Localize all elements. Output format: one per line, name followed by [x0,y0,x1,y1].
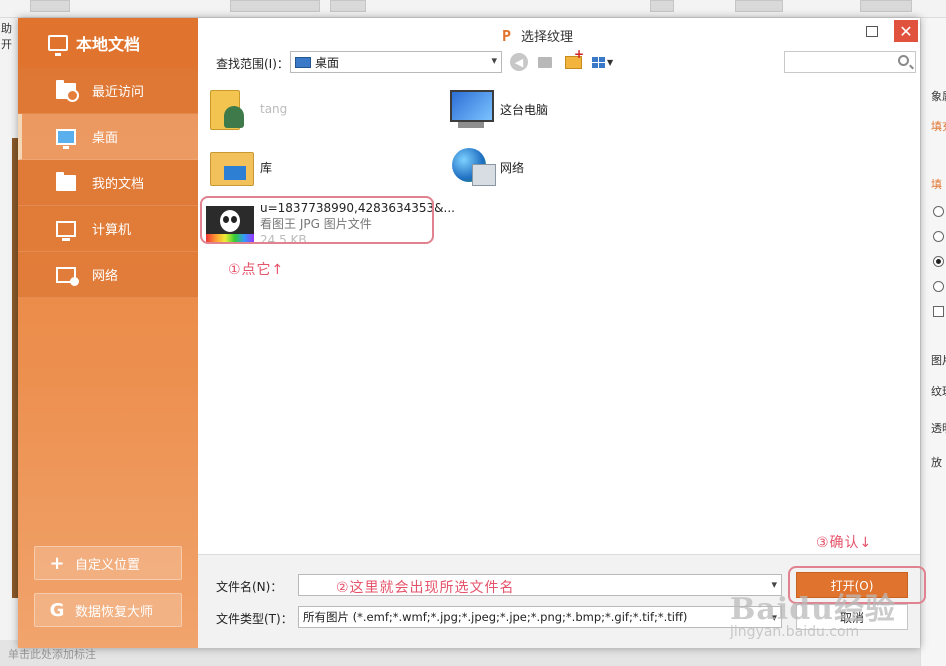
data-recovery-label: 数据恢复大师 [75,604,154,620]
background-right-text: 填充 [931,120,946,133]
file-list: tang 这台电脑 库 网络 u=1837738990,4283634353&.… [198,78,920,554]
sidebar-item-label: 桌面 [92,131,119,146]
network-globe-icon [448,144,496,190]
background-right-text: 填 [931,178,942,191]
baidu-watermark: Baidu经验 [730,592,896,627]
background-checkbox[interactable] [933,306,944,317]
library-icon [208,144,254,190]
sidebar-title: 本地文档 [76,35,141,54]
annotation-step3: ③确认↓ [816,535,873,551]
dialog-title: P 选择纹理 [502,26,574,46]
search-input[interactable] [784,51,916,73]
local-documents-sidebar: 本地文档 最近访问 桌面 我的文档 计算机 网络 + 自定义位置 G 数据恢复大… [18,18,198,648]
computer-icon [56,220,76,241]
sidebar-item-label: 最近访问 [92,85,145,100]
recent-folder-icon [56,79,79,102]
sidebar-header: 本地文档 [18,18,198,68]
dialog-title-text: 选择纹理 [521,30,574,45]
monitor-icon [48,35,68,56]
annotation-highlight-file [200,196,434,244]
background-right-text: 象属 [931,90,946,103]
filetype-label: 文件类型(T)： [216,612,293,626]
file-browser-pane: P 选择纹理 ✕ 查找范围(I)： 桌面 ▾ ◀ ▼ [198,18,926,648]
file-item-network[interactable]: 网络 [448,144,524,190]
background-radio[interactable] [933,281,944,292]
background-radio[interactable] [933,231,944,242]
background-toolbar-control [735,0,783,12]
custom-location-button[interactable]: + 自定义位置 [34,546,182,580]
view-menu-button[interactable]: ▼ [592,53,618,71]
dialog-titlebar: P 选择纹理 ✕ [198,18,920,48]
up-folder-button[interactable] [536,53,554,71]
look-in-bar: 查找范围(I)： 桌面 ▾ ◀ ▼ [198,47,920,78]
look-in-label: 查找范围(I)： [216,57,289,71]
user-folder-icon [208,86,254,132]
desktop-mini-icon [295,56,311,68]
chevron-down-icon: ▼ [607,57,614,67]
file-name: 这台电脑 [500,102,549,117]
background-radio[interactable] [933,206,944,217]
data-recovery-button[interactable]: G 数据恢复大师 [34,593,182,627]
file-name: 网络 [500,160,525,175]
background-right-text: 透明 [931,422,946,435]
close-icon: ✕ [899,21,913,41]
close-button[interactable]: ✕ [894,20,918,42]
annotation-step1: ①点它↑ [228,262,285,278]
choose-texture-dialog: 本地文档 最近访问 桌面 我的文档 计算机 网络 + 自定义位置 G 数据恢复大… [18,18,926,648]
sidebar-item-label: 计算机 [92,223,132,238]
search-icon [898,55,909,66]
annotation-step2: ②这里就会出现所选文件名 [336,580,515,596]
file-item-library[interactable]: 库 [208,144,272,190]
filetype-dropdown[interactable]: 所有图片 (*.emf;*.wmf;*.jpg;*.jpeg;*.jpe;*.p… [298,606,782,628]
network-icon [56,266,79,286]
file-name: tang [260,102,288,116]
maximize-button[interactable] [860,20,884,42]
this-pc-icon [448,86,494,132]
background-left-text: 助开 [1,22,12,51]
chevron-down-icon: ▾ [491,54,497,67]
sidebar-item-label: 我的文档 [92,177,145,192]
sidebar-item-my-documents[interactable]: 我的文档 [18,160,198,206]
sidebar-item-desktop[interactable]: 桌面 [18,114,198,160]
file-item-this-pc[interactable]: 这台电脑 [448,86,548,132]
background-left-panel: 助开 [0,18,18,666]
grid-view-icon [592,56,605,68]
background-toolbar-control [330,0,366,12]
back-arrow-icon: ◀ [514,55,524,69]
background-radio-selected[interactable] [933,256,944,267]
back-button[interactable]: ◀ [510,53,528,71]
background-status-text: 单击此处添加标注 [8,648,96,661]
background-toolbar-control [650,0,674,12]
custom-location-label: 自定义位置 [75,557,141,573]
background-right-text: 纹理 [931,385,946,398]
wps-logo-icon: P [502,26,512,45]
recovery-icon: G [49,599,65,621]
baidu-watermark-url: jingyan.baidu.com [730,624,860,640]
file-name: 库 [260,160,273,175]
background-toolbar-control [230,0,320,12]
sidebar-item-recent[interactable]: 最近访问 [18,68,198,114]
sidebar-item-label: 网络 [92,269,119,284]
plus-icon: + [49,552,65,574]
background-toolbar-control [30,0,70,12]
background-toolbar-control [860,0,912,12]
file-item-user-folder[interactable]: tang [208,86,287,132]
look-in-dropdown[interactable]: 桌面 ▾ [290,51,502,73]
maximize-icon [866,25,878,37]
background-right-text: 图片 [931,354,946,367]
sidebar-item-computer[interactable]: 计算机 [18,206,198,252]
filename-label: 文件名(N)： [216,580,283,594]
desktop-icon [56,128,76,149]
documents-folder-icon [56,171,76,191]
look-in-value: 桌面 [315,55,340,70]
sidebar-item-network[interactable]: 网络 [18,252,198,298]
new-folder-button[interactable] [564,47,584,71]
background-toolbar [0,0,946,18]
filetype-value: 所有图片 (*.emf;*.wmf;*.jpg;*.jpeg;*.jpe;*.p… [303,610,688,624]
background-right-text: 放 [931,456,942,469]
